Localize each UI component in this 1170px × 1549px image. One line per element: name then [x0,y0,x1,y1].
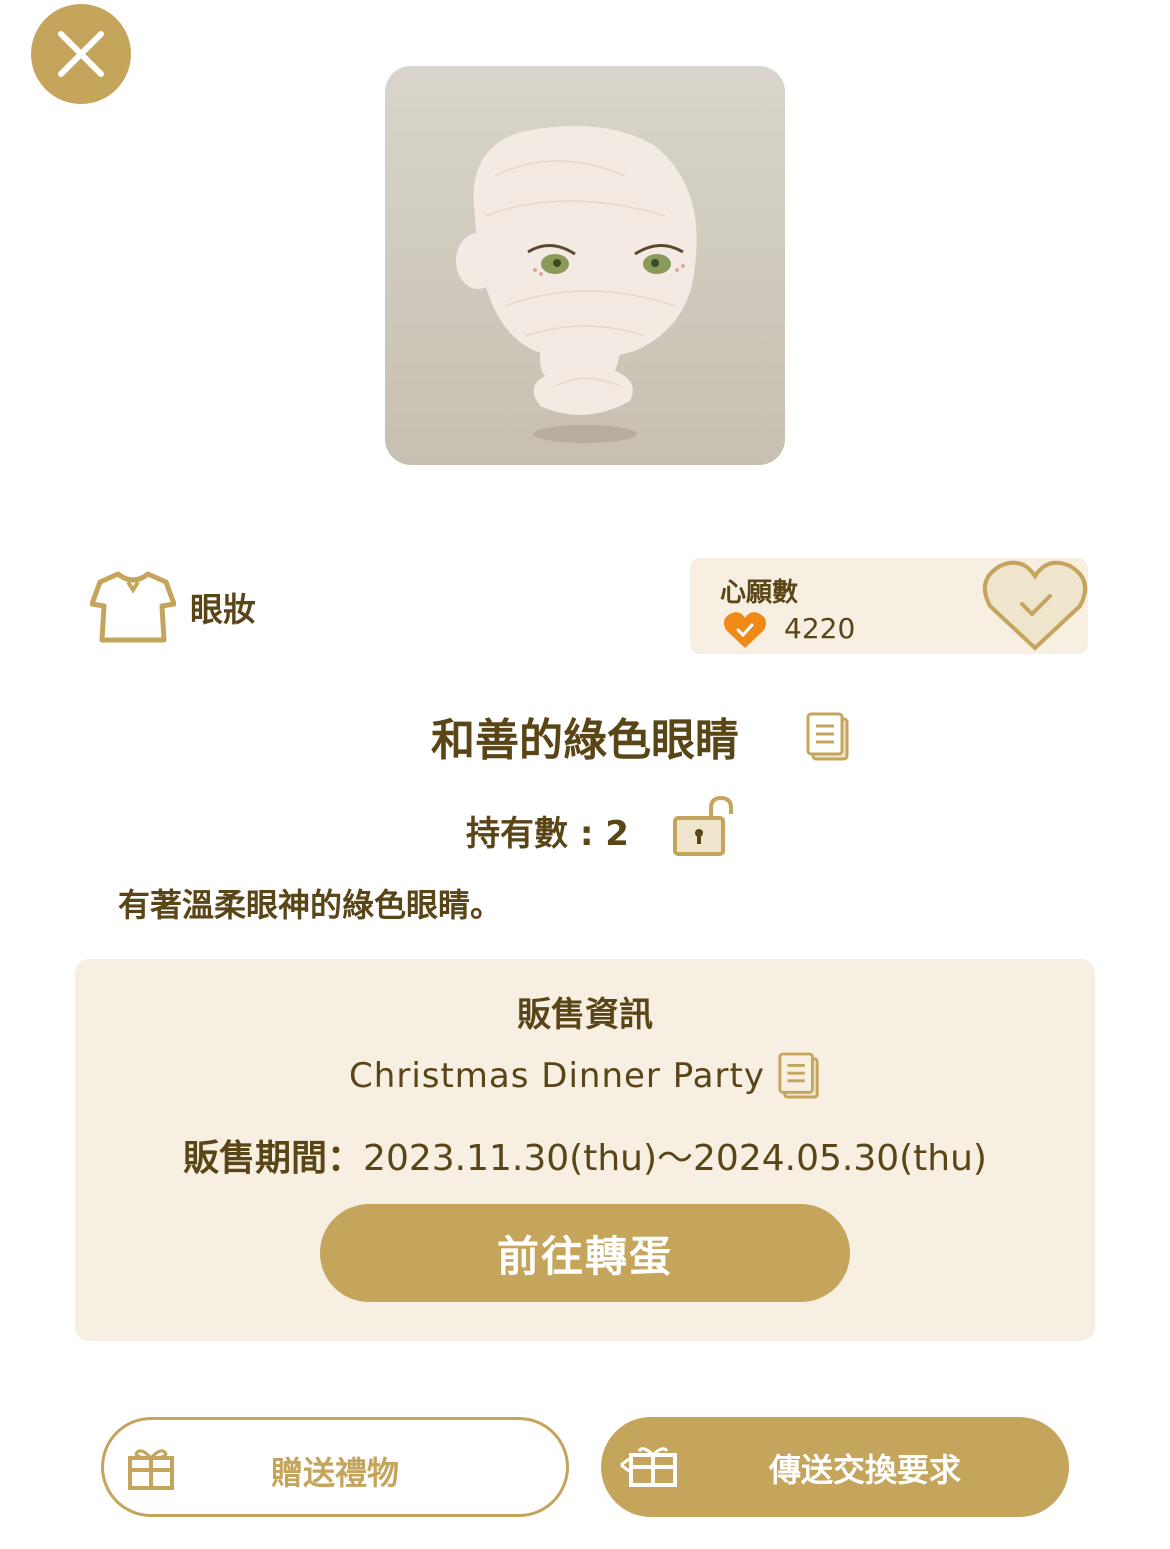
copy-icon[interactable] [777,1051,821,1101]
wishlist-heart-icon [724,612,766,648]
sale-period-label: 販售期間： [183,1138,364,1179]
shirt-icon [90,571,176,643]
add-wish-heart-icon[interactable] [980,556,1090,654]
item-name: 和善的綠色眼睛 [431,715,739,766]
goto-gacha-button[interactable]: 前往轉蛋 [320,1204,850,1302]
trade-request-label: 傳送交換要求 [768,1451,961,1489]
trade-request-button[interactable]: 傳送交換要求 [601,1417,1069,1517]
item-preview-image [385,66,785,465]
event-name: Christmas Dinner Party [349,1056,765,1096]
unlock-icon[interactable] [671,794,739,858]
sale-period: 販售期間：2023.11.30(thu)～2024.05.30(thu) [75,1129,1095,1181]
send-gift-label: 贈送禮物 [270,1454,399,1492]
close-button[interactable] [31,4,131,104]
copy-icon[interactable] [805,711,851,763]
sale-period-value: 2023.11.30(thu)～2024.05.30(thu) [363,1138,987,1179]
sale-info-panel: 販售資訊 Christmas Dinner Party 販售期間：2023.11… [75,959,1095,1341]
item-category: 眼妝 [90,570,256,644]
owned-count: 持有數 : 2 [466,814,629,854]
close-icon [58,31,104,77]
wishlist-panel: 心願數 4220 [690,558,1088,654]
sale-info-title: 販售資訊 [517,995,653,1035]
item-description: 有著溫柔眼神的綠色眼睛。 [118,886,503,924]
category-label: 眼妝 [190,590,256,629]
wishlist-label: 心願數 [720,578,799,608]
send-gift-button[interactable]: 贈送禮物 [101,1417,569,1517]
wishlist-count: 4220 [784,612,856,645]
event-row: Christmas Dinner Party [75,1051,1095,1101]
